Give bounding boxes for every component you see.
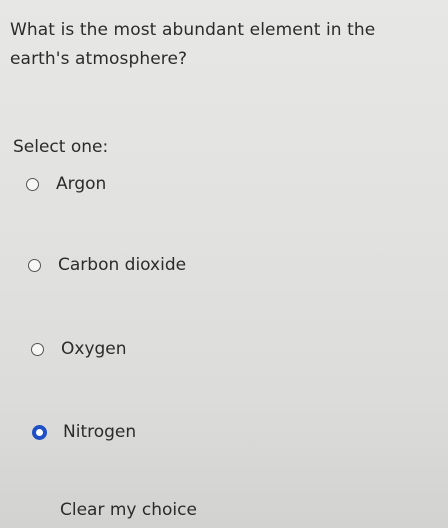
option-label: Argon — [56, 174, 107, 194]
question-text: What is the most abundant element in the… — [10, 20, 376, 69]
option-label: Oxygen — [61, 339, 127, 359]
option-label: Nitrogen — [63, 422, 137, 442]
option-argon[interactable]: Argon — [26, 174, 106, 194]
radio-unchecked-icon[interactable] — [31, 342, 44, 356]
option-nitrogen[interactable]: Nitrogen — [32, 422, 136, 442]
clear-my-choice-link[interactable]: Clear my choice — [60, 500, 197, 520]
select-one-label: Select one: — [13, 137, 109, 157]
radio-checked-icon[interactable] — [32, 424, 47, 440]
option-carbon-dioxide[interactable]: Carbon dioxide — [28, 255, 186, 275]
radio-unchecked-icon[interactable] — [26, 177, 39, 191]
option-oxygen[interactable]: Oxygen — [31, 339, 127, 359]
radio-unchecked-icon[interactable] — [28, 258, 41, 272]
option-label: Carbon dioxide — [58, 255, 187, 275]
